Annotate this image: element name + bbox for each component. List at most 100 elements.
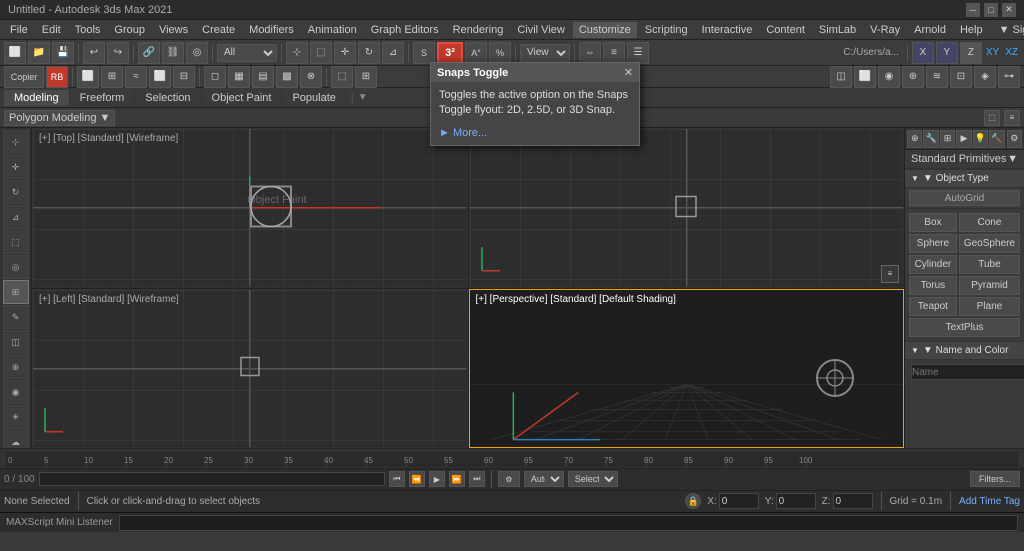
tb2-btn2[interactable]: ⊞ (101, 66, 123, 88)
move-button[interactable]: ✛ (334, 42, 356, 64)
playback-start-btn[interactable]: ⏮ (389, 471, 405, 487)
left-btn-9[interactable]: ◫ (3, 330, 29, 354)
playback-options-btn[interactable]: ⚙ (498, 471, 520, 487)
prim-textplus[interactable]: TextPlus (909, 318, 1020, 337)
add-filter-btn[interactable]: Filters... (970, 471, 1020, 487)
polygon-modeling-dropdown[interactable]: Polygon Modeling ▼ (4, 110, 115, 126)
playback-next-btn[interactable]: ⏩ (449, 471, 465, 487)
copier-btn[interactable]: Copier (4, 66, 44, 88)
object-name-input[interactable] (911, 364, 1024, 380)
maxscript-input[interactable] (119, 515, 1018, 531)
sign-in-btn[interactable]: ▼ Sign In (993, 22, 1024, 38)
maximize-button[interactable]: □ (984, 3, 998, 17)
select-region-button[interactable]: ⬚ (310, 42, 332, 64)
playback-end-btn[interactable]: ⏭ (469, 471, 485, 487)
prim-geosphere[interactable]: GeoSphere (959, 234, 1020, 253)
menu-tools[interactable]: Tools (69, 22, 107, 38)
layer-mgr-button[interactable]: ☰ (627, 42, 649, 64)
coord-y-input[interactable] (776, 493, 816, 509)
selected-dropdown[interactable]: Selected (568, 471, 618, 487)
rp-display-btn[interactable]: 💡 (973, 130, 988, 148)
tb2-btn3[interactable]: ≈ (125, 66, 147, 88)
name-color-header[interactable]: ▼ ▼ Name and Color (905, 341, 1024, 360)
lock-btn[interactable]: 🔒 (685, 493, 701, 509)
tb2-btn10[interactable]: ⊗ (300, 66, 322, 88)
align-button[interactable]: ≡ (603, 42, 625, 64)
prim-pyramid[interactable]: Pyramid (959, 276, 1020, 295)
tb2-btn1[interactable]: ⬜ (77, 66, 99, 88)
menu-views[interactable]: Views (153, 22, 194, 38)
autogrid-btn[interactable]: AutoGrid (909, 190, 1020, 206)
render-btn4[interactable]: ⊕ (902, 66, 924, 88)
viewport-top[interactable]: [+] [Top] [Standard] [Wireframe] Object … (32, 128, 468, 288)
vp-nav-btn1[interactable]: ≡ (881, 265, 899, 283)
tb2-btn11[interactable]: ⬚ (331, 66, 353, 88)
scale-button[interactable]: ⊿ (382, 42, 404, 64)
menu-arnold[interactable]: Arnold (908, 22, 952, 38)
playback-prev-btn[interactable]: ⏪ (409, 471, 425, 487)
menu-customize[interactable]: Customize (573, 22, 637, 38)
select-button[interactable]: ⊹ (286, 42, 308, 64)
link-button[interactable]: 🔗 (138, 42, 160, 64)
undo-button[interactable]: ↩ (83, 42, 105, 64)
menu-interactive[interactable]: Interactive (696, 22, 759, 38)
mirror-button[interactable]: ⇔ (579, 42, 601, 64)
prim-tube[interactable]: Tube (959, 255, 1020, 274)
open-button[interactable]: 📁 (28, 42, 50, 64)
tab-selection[interactable]: Selection (135, 90, 201, 106)
render-btn8[interactable]: ⊶ (998, 66, 1020, 88)
snap-angle-button[interactable]: A° (465, 42, 487, 64)
left-btn-12[interactable]: ☀ (3, 405, 29, 429)
coord-z-input[interactable] (833, 493, 873, 509)
menu-content[interactable]: Content (760, 22, 811, 38)
tab-modeling[interactable]: Modeling (4, 90, 70, 106)
left-btn-rotate[interactable]: ↻ (3, 180, 29, 204)
menu-create[interactable]: Create (196, 22, 241, 38)
tb2-btn12[interactable]: ⊞ (355, 66, 377, 88)
prim-box[interactable]: Box (909, 213, 957, 232)
left-btn-13[interactable]: ☁ (3, 430, 29, 448)
menu-civil-view[interactable]: Civil View (511, 22, 570, 38)
prim-cone[interactable]: Cone (959, 213, 1020, 232)
coord-x-input[interactable] (719, 493, 759, 509)
tooltip-close-btn[interactable]: ✕ (624, 66, 633, 79)
minimize-button[interactable]: ─ (966, 3, 980, 17)
menu-graph-editors[interactable]: Graph Editors (365, 22, 445, 38)
menu-vray[interactable]: V-Ray (864, 22, 906, 38)
left-btn-8[interactable]: ✎ (3, 305, 29, 329)
render-btn1[interactable]: ◫ (830, 66, 852, 88)
rp-settings-btn[interactable]: ⚙ (1007, 130, 1022, 148)
snap-toggle-button[interactable]: 3² (437, 42, 463, 64)
left-btn-move[interactable]: ✛ (3, 155, 29, 179)
new-button[interactable]: ⬜ (4, 42, 26, 64)
tab-object-paint[interactable]: Object Paint (202, 90, 283, 106)
tb2-btn6[interactable]: ◻ (204, 66, 226, 88)
rp-modify-btn[interactable]: 🔧 (923, 130, 938, 148)
close-button[interactable]: ✕ (1002, 3, 1016, 17)
menu-simlab[interactable]: SimLab (813, 22, 862, 38)
render-btn5[interactable]: ≋ (926, 66, 948, 88)
left-btn-7[interactable]: ⊞ (3, 280, 29, 304)
left-btn-5[interactable]: ⬚ (3, 230, 29, 254)
render-btn2[interactable]: ⬜ (854, 66, 876, 88)
xyz-z-button[interactable]: Z (960, 42, 982, 64)
viewport-perspective[interactable]: [+] [Perspective] [Standard] [Default Sh… (469, 289, 905, 449)
tooltip-more-link[interactable]: ► More... (431, 125, 639, 145)
tb2-btn7[interactable]: ▦ (228, 66, 250, 88)
menu-group[interactable]: Group (108, 22, 151, 38)
viewport-left[interactable]: [+] [Left] [Standard] [Wireframe] (32, 289, 468, 449)
menu-rendering[interactable]: Rendering (447, 22, 510, 38)
poly-bar-btn1[interactable]: ⬚ (984, 110, 1000, 126)
tb2-btn8[interactable]: ▤ (252, 66, 274, 88)
left-btn-11[interactable]: ◉ (3, 380, 29, 404)
playback-play-btn[interactable]: ▶ (429, 471, 445, 487)
rotate-button[interactable]: ↻ (358, 42, 380, 64)
menu-modifiers[interactable]: Modifiers (243, 22, 300, 38)
render-btn3[interactable]: ◉ (878, 66, 900, 88)
render-btn7[interactable]: ◈ (974, 66, 996, 88)
tb2-btn5[interactable]: ⊟ (173, 66, 195, 88)
rp-create-btn[interactable]: ⊕ (907, 130, 922, 148)
unlink-button[interactable]: ⛓ (162, 42, 184, 64)
rp-title-dropdown[interactable]: ▼ (1007, 153, 1018, 165)
rb-btn[interactable]: RB (46, 66, 68, 88)
